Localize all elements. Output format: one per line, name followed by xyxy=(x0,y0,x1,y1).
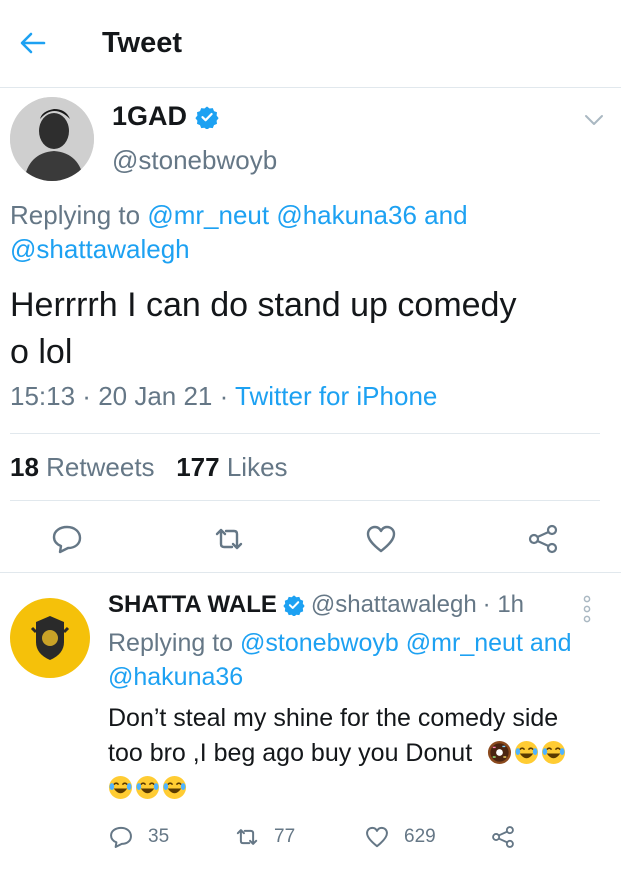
tweet-time[interactable]: 15:13 xyxy=(10,381,75,411)
reply-author[interactable]: SHATTA WALE @shattawalegh · 1h xyxy=(108,591,524,619)
tears-of-joy-emoji xyxy=(515,740,539,765)
app-header: Tweet xyxy=(0,0,621,88)
verified-badge-icon xyxy=(283,595,305,616)
reply-author-handle: @shattawalegh xyxy=(310,591,477,618)
tears-of-joy-emoji xyxy=(135,775,160,800)
verified-badge-icon xyxy=(195,106,219,129)
author-handle[interactable]: @stonebwoyb xyxy=(112,145,277,176)
mention-link[interactable]: @mr_neut xyxy=(147,200,269,230)
reply-text-line: Don’t steal my shine for the comedy side xyxy=(108,704,559,732)
mention-link[interactable]: @mr_neut xyxy=(406,629,523,657)
page-title: Tweet xyxy=(102,27,183,59)
reply-age: · 1h xyxy=(482,591,525,618)
tears-of-joy-emoji xyxy=(108,775,133,800)
meta-separator: · xyxy=(212,381,236,411)
replying-to-and: and xyxy=(522,629,572,657)
reply-count: 35 xyxy=(148,826,170,847)
retweets-stat[interactable]: 18 Retweets xyxy=(10,452,155,482)
divider xyxy=(10,500,600,501)
like-action[interactable]: 629 xyxy=(364,824,436,850)
tweet-date[interactable]: 20 Jan 21 xyxy=(98,381,212,411)
mention-link[interactable]: @stonebwoyb xyxy=(240,629,399,657)
likes-label: Likes xyxy=(226,452,288,482)
tears-of-joy-emoji xyxy=(162,775,187,800)
more-vertical-icon[interactable] xyxy=(582,594,592,624)
divider xyxy=(10,433,600,434)
mention-link[interactable]: @shattawalegh xyxy=(10,234,190,264)
mention-link[interactable]: @hakuna36 xyxy=(276,200,417,230)
replying-to-prefix: Replying to xyxy=(10,200,148,230)
share-icon xyxy=(492,826,514,848)
likes-stat[interactable]: 177 Likes xyxy=(176,452,287,482)
tweet-text-line: Herrrrh I can do stand up comedy xyxy=(10,286,517,324)
replying-to-prefix: Replying to xyxy=(108,629,241,657)
profile-photo-icon xyxy=(10,97,94,181)
avatar[interactable] xyxy=(10,97,94,181)
avatar[interactable] xyxy=(10,598,90,678)
tweet-text: Herrrrh I can do stand up comedy o lol xyxy=(10,282,610,376)
retweet-icon xyxy=(236,829,258,845)
replying-to: Replying to @mr_neut @hakuna36 and @shatt… xyxy=(10,198,590,266)
crest-logo-icon xyxy=(30,616,70,660)
reply-tweet[interactable]: SHATTA WALE @shattawalegh · 1h Replying … xyxy=(0,574,621,869)
meta-separator: · xyxy=(75,381,99,411)
mention-link[interactable]: @hakuna36 xyxy=(108,663,243,691)
share-icon[interactable] xyxy=(526,522,560,556)
tweet-text-line: o lol xyxy=(10,333,73,371)
reply-author-name: SHATTA WALE xyxy=(108,591,277,618)
divider xyxy=(0,572,621,573)
reply-icon xyxy=(110,826,132,848)
retweets-count: 18 xyxy=(10,452,39,482)
share-action[interactable] xyxy=(490,824,516,850)
tweet-client-link[interactable]: Twitter for iPhone xyxy=(235,381,437,411)
retweets-label: Retweets xyxy=(46,452,155,482)
replying-to-and: and xyxy=(416,200,468,230)
likes-count: 177 xyxy=(176,452,220,482)
reply-icon[interactable] xyxy=(50,522,84,556)
engagement-stats: 18 Retweets 177 Likes xyxy=(10,452,288,483)
retweet-action[interactable]: 77 xyxy=(234,824,295,850)
back-arrow-icon[interactable] xyxy=(18,28,48,58)
author-display-name: 1GAD xyxy=(112,101,188,131)
tweet-meta: 15:13 · 20 Jan 21 · Twitter for iPhone xyxy=(10,381,437,412)
chevron-down-icon[interactable] xyxy=(582,110,606,130)
retweet-count: 77 xyxy=(274,826,296,847)
reply-text: Don’t steal my shine for the comedy side… xyxy=(108,701,618,806)
reply-action[interactable]: 35 xyxy=(108,824,169,850)
like-count: 629 xyxy=(404,826,436,847)
author-name[interactable]: 1GAD xyxy=(112,101,219,132)
tears-of-joy-emoji xyxy=(542,740,566,765)
like-icon xyxy=(366,826,388,848)
replying-to: Replying to @stonebwoyb @mr_neut and @hak… xyxy=(108,626,618,694)
like-icon[interactable] xyxy=(364,522,398,556)
retweet-icon[interactable] xyxy=(212,522,246,556)
reply-text-line: too bro ,I beg ago buy you Donut xyxy=(108,739,473,767)
donut-emoji xyxy=(488,740,512,765)
